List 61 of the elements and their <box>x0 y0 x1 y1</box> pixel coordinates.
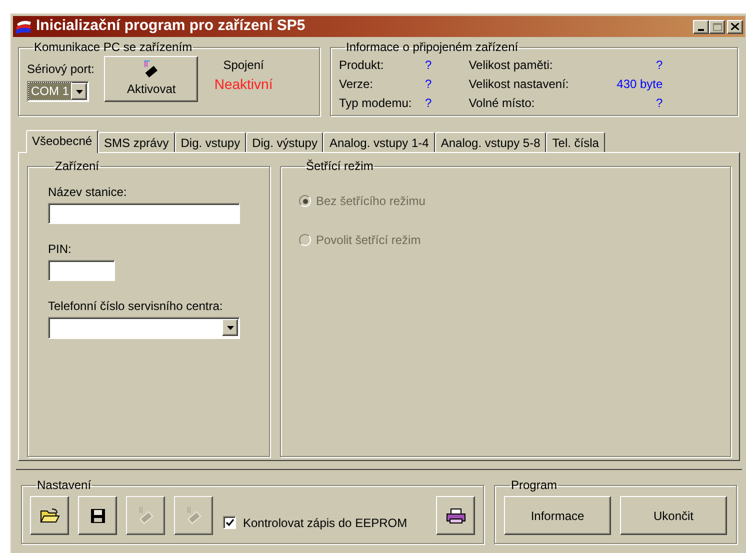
info-label: Velikost paměti: <box>468 56 554 74</box>
printer-icon <box>446 508 466 524</box>
radio-label: Bez šetřícího režimu <box>316 193 426 210</box>
group-title: Informace o připojeném zařízení <box>345 39 520 56</box>
folder-icon <box>40 508 60 524</box>
info-value: ? <box>425 76 432 92</box>
maximize-button[interactable] <box>709 20 725 34</box>
group-title: Program <box>510 477 558 494</box>
caret-icon <box>76 90 82 94</box>
dropdown-button[interactable] <box>222 319 238 336</box>
checkmark-icon <box>226 519 234 526</box>
service-center-combo[interactable] <box>48 317 240 339</box>
tab[interactable]: Dig. vstupy <box>174 132 246 152</box>
field-label: Název stanice: <box>48 184 128 201</box>
chip-upload-icon <box>184 506 202 526</box>
pin-field[interactable] <box>48 260 115 281</box>
toolbar-button[interactable] <box>78 496 117 535</box>
group-title: Šetřící režim <box>305 158 374 175</box>
info-label: Typ modemu: <box>339 94 413 112</box>
close-button[interactable] <box>727 20 743 34</box>
tab[interactable]: Tel. čísla <box>546 132 605 152</box>
tab[interactable]: Analog. vstupy 5-8 <box>434 132 546 152</box>
caret-icon <box>226 326 234 330</box>
info-value: ? <box>655 56 663 74</box>
port-dropdown[interactable]: COM 1 <box>27 81 89 102</box>
tab[interactable]: SMS zprávy <box>98 132 175 152</box>
info-label: Verze: <box>339 76 374 92</box>
group-title: Nastavení <box>36 477 92 494</box>
field-label: PIN: <box>48 241 72 258</box>
group-title: Zařízení <box>54 158 100 175</box>
app-logo-icon <box>15 18 33 34</box>
chip-download-icon <box>136 506 154 526</box>
info-label: Produkt: <box>339 56 385 74</box>
tab[interactable]: Dig. výstupy <box>246 132 324 152</box>
program-button[interactable]: Ukončit <box>620 496 727 535</box>
tab[interactable]: Všeobecné <box>26 130 98 153</box>
radio-label: Povolit šetřící režim <box>316 232 421 249</box>
connection-label: Spojení <box>223 57 264 74</box>
checkbox-label: Kontrolovat zápis do EEPROM <box>243 514 408 532</box>
info-value: ? <box>425 94 432 112</box>
window-title: Inicializační program pro zařízení SP5 <box>36 16 306 36</box>
activate-button[interactable]: Aktivovat <box>104 56 198 102</box>
port-label: Sériový port: <box>27 61 94 78</box>
connector-icon <box>142 60 160 80</box>
print-button[interactable] <box>436 496 475 535</box>
dropdown-button[interactable] <box>71 83 87 100</box>
minimize-button[interactable] <box>693 20 709 34</box>
tab[interactable]: Analog. vstupy 1-4 <box>323 132 435 152</box>
info-value: 430 byte <box>616 76 663 92</box>
station-name-field[interactable] <box>48 203 240 224</box>
field-label: Telefonní číslo servisního centra: <box>48 298 224 315</box>
info-value: ? <box>425 56 432 74</box>
close-icon <box>731 23 739 30</box>
info-value: ? <box>655 94 663 112</box>
group-title: Komunikace PC se zařízením <box>33 39 194 56</box>
toolbar-button[interactable] <box>30 496 69 535</box>
info-label: Volné místo: <box>468 94 536 112</box>
info-label: Velikost nastavení: <box>468 76 570 92</box>
checkbox[interactable] <box>223 516 236 529</box>
program-button[interactable]: Informace <box>504 496 611 535</box>
connection-status: Neaktivní <box>214 75 273 94</box>
